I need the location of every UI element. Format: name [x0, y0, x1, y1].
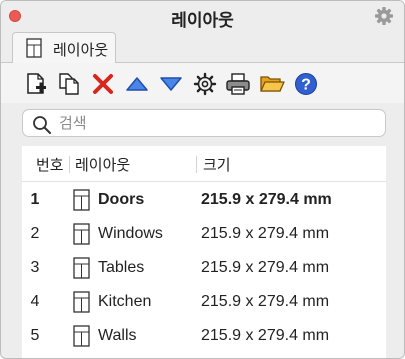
layout-size: 215.9 x 279.4 mm [201, 293, 330, 310]
tab-layouts[interactable]: 레이아웃 [12, 32, 116, 63]
layout-name: Walls [98, 327, 137, 344]
open-folder-icon [260, 76, 285, 92]
layout-page-icon [73, 291, 91, 318]
print-icon [226, 73, 250, 95]
table-row[interactable]: 2 Windows 215.9 x 279.4 mm [22, 218, 386, 252]
layout-name: Kitchen [98, 293, 152, 310]
search-input[interactable] [59, 113, 369, 133]
row-number: 5 [30, 327, 40, 344]
row-number: 1 [30, 191, 40, 208]
duplicate-layout-button[interactable] [56, 71, 82, 97]
column-header-number[interactable]: 번호 [36, 154, 64, 175]
layouts-table: 번호 레이아웃 크기 1 Doors 215.9 x 279.4 mm 2 Wi… [22, 146, 386, 358]
search-icon [32, 115, 52, 139]
layout-page-icon [73, 325, 91, 352]
svg-text:?: ? [301, 77, 311, 94]
duplicate-layout-icon [59, 73, 79, 95]
column-header-size[interactable]: 크기 [203, 154, 231, 175]
layout-properties-button[interactable] [192, 71, 218, 97]
layout-page-icon [73, 257, 91, 284]
delete-layout-button[interactable] [90, 71, 116, 97]
move-up-icon [126, 77, 148, 91]
layout-size: 215.9 x 279.4 mm [201, 327, 330, 344]
table-row[interactable]: 4 Kitchen 215.9 x 279.4 mm [22, 286, 386, 320]
window-title: 레이아웃 [171, 11, 234, 30]
move-down-button[interactable] [158, 71, 184, 97]
search-box[interactable] [22, 109, 386, 137]
row-number: 4 [30, 293, 40, 310]
new-layout-icon [27, 73, 46, 94]
new-layout-button[interactable] [23, 71, 49, 97]
delete-icon [93, 74, 113, 94]
tab-strip: 레이아웃 [1, 31, 404, 63]
tab-label: 레이아웃 [53, 42, 109, 59]
layout-page-icon [26, 38, 42, 62]
open-folder-button[interactable] [259, 71, 285, 97]
help-icon: ? [295, 73, 317, 95]
layout-name: Doors [98, 191, 145, 208]
layout-name: Windows [98, 225, 163, 242]
column-divider [69, 156, 70, 173]
layouts-panel: 레이아웃 레이아웃 ? 검색 번호 레이아웃 크기 1 Doors 215.9 … [0, 0, 405, 359]
column-divider [196, 156, 197, 173]
table-row[interactable]: 5 Walls 215.9 x 279.4 mm [22, 320, 386, 354]
table-row[interactable]: 3 Tables 215.9 x 279.4 mm [22, 252, 386, 286]
layout-size: 215.9 x 279.4 mm [201, 259, 330, 276]
table-header: 번호 레이아웃 크기 [22, 146, 386, 182]
column-header-layout[interactable]: 레이아웃 [75, 154, 130, 175]
layout-size: 215.9 x 279.4 mm [201, 191, 332, 208]
row-number: 3 [30, 259, 40, 276]
layout-size: 215.9 x 279.4 mm [201, 225, 330, 242]
layout-name: Tables [98, 259, 145, 276]
layout-page-icon [73, 189, 91, 216]
move-up-button[interactable] [124, 71, 150, 97]
properties-gear-icon [193, 72, 217, 96]
toolbar: ? [1, 63, 404, 103]
row-number: 2 [30, 225, 40, 242]
panel-options-gear-icon[interactable] [374, 6, 394, 26]
help-button[interactable]: ? [293, 71, 319, 97]
layout-page-icon [73, 223, 91, 250]
title-bar: 레이아웃 [1, 1, 404, 31]
table-row[interactable]: 1 Doors 215.9 x 279.4 mm [22, 184, 386, 218]
print-button[interactable] [225, 71, 251, 97]
move-down-icon [160, 77, 182, 91]
